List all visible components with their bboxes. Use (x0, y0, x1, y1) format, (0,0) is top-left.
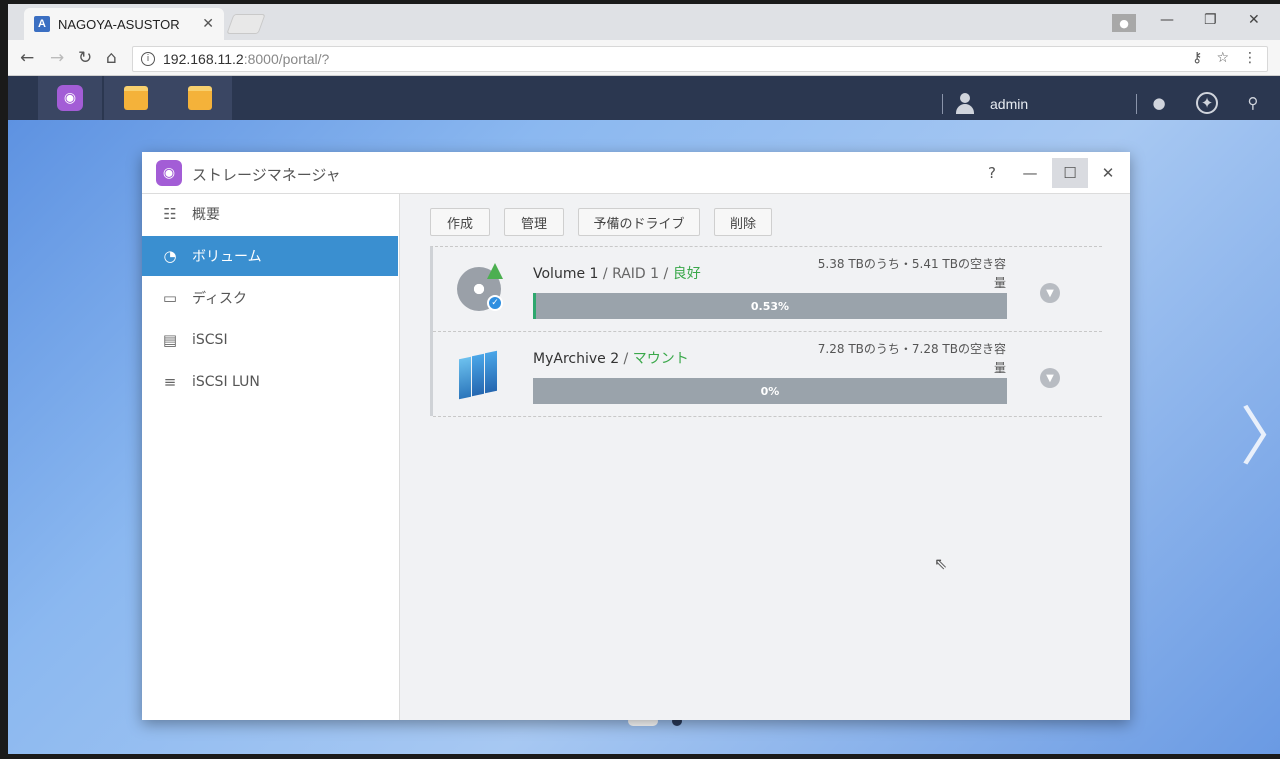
window-close-icon[interactable]: ✕ (1090, 158, 1126, 188)
window-titlebar[interactable]: ◉ ストレージマネージャ ? — ☐ ✕ (142, 152, 1130, 194)
spare-drive-button[interactable]: 予備のドライブ (578, 208, 700, 236)
volume-icon: ◔ (163, 247, 177, 265)
volume-name: Volume 1 / RAID 1 / 良好 (533, 266, 701, 282)
asustor-favicon-icon: A (34, 16, 50, 32)
profile-icon[interactable]: ● (1112, 14, 1136, 32)
adm-desktop: ◉ admin ● ✦ ⚲ 〉 ◉ ストレージマネージャ (8, 76, 1280, 754)
folder-icon (124, 86, 148, 110)
volume-row[interactable]: MyArchive 2 / マウント 7.28 TBのうち・7.28 TBの空き… (433, 332, 1102, 417)
sidebar-item-volume[interactable]: ◔ ボリューム (142, 236, 398, 276)
expand-chevron-icon[interactable]: ▼ (1040, 368, 1060, 388)
usage-progress-bar: 0% (533, 378, 1007, 404)
user-icon[interactable] (954, 92, 976, 114)
volume-status: 良好 (672, 266, 701, 282)
sidebar-item-iscsi-lun[interactable]: ≡ iSCSI LUN (142, 362, 398, 402)
browser-tab[interactable]: A NAGOYA-ASUSTOR ✕ (24, 8, 224, 40)
sidebar-item-overview[interactable]: ☷ 概要 (142, 194, 398, 234)
window-maximize-icon[interactable]: ☐ (1052, 158, 1088, 188)
volume-row[interactable]: ✓ Volume 1 / RAID 1 / 良好 5.38 TBのうち・5.41… (433, 247, 1102, 332)
settings-icon[interactable]: ✦ (1196, 92, 1218, 114)
reload-icon[interactable]: ↻ (78, 48, 92, 68)
sidebar-item-label: iSCSI (192, 332, 228, 348)
volume-title: Volume 1 (533, 266, 599, 282)
notification-icon[interactable]: ● (1148, 92, 1170, 114)
usage-progress-bar: 0.53% (533, 293, 1007, 319)
monitor-screen: A NAGOYA-ASUSTOR ✕ ● — ❐ ✕ ← → ↻ ⌂ i 192… (8, 4, 1280, 754)
help-button[interactable]: ? (974, 158, 1010, 188)
key-icon[interactable]: ⚷ (1192, 50, 1202, 66)
volume-list: ✓ Volume 1 / RAID 1 / 良好 5.38 TBのうち・5.41… (430, 246, 1102, 417)
new-tab-button[interactable] (226, 14, 266, 34)
volume-capacity: 5.38 TBのうち・5.41 TBの空き容 量 (817, 257, 1006, 290)
sidebar-item-label: 概要 (192, 207, 220, 223)
iscsi-lun-icon: ≡ (163, 373, 177, 391)
back-icon[interactable]: ← (20, 48, 34, 68)
mouse-cursor-icon: ⇖ (934, 554, 948, 573)
taskbar-divider (1136, 94, 1137, 114)
star-icon[interactable]: ☆ (1216, 50, 1229, 66)
next-page-chevron-icon[interactable]: 〉 (1240, 386, 1280, 478)
taskbar-storage-manager[interactable]: ◉ (38, 76, 102, 120)
iscsi-icon: ▤ (162, 331, 178, 349)
tab-close-icon[interactable]: ✕ (202, 16, 214, 32)
sidebar-item-label: ディスク (192, 291, 248, 307)
storage-manager-window: ◉ ストレージマネージャ ? — ☐ ✕ ☷ 概要 ◔ ボリューム ▭ ディスク (142, 152, 1130, 720)
volume-name: MyArchive 2 / マウント (533, 351, 689, 367)
sidebar-item-label: iSCSI LUN (192, 374, 260, 390)
restore-icon[interactable]: ❐ (1204, 12, 1217, 28)
create-button[interactable]: 作成 (430, 208, 490, 236)
volume-disc-icon: ✓ (457, 263, 503, 311)
volume-status: マウント (632, 351, 689, 367)
window-title: ストレージマネージャ (192, 166, 341, 184)
taskbar-app-3[interactable] (168, 76, 232, 120)
myarchive-icon (457, 350, 501, 400)
tab-title: NAGOYA-ASUSTOR (58, 16, 180, 32)
home-icon[interactable]: ⌂ (106, 48, 117, 68)
manage-button[interactable]: 管理 (504, 208, 564, 236)
expand-chevron-icon[interactable]: ▼ (1040, 283, 1060, 303)
forward-icon[interactable]: → (50, 48, 64, 68)
search-icon[interactable]: ⚲ (1242, 92, 1264, 114)
storage-manager-icon: ◉ (57, 85, 83, 111)
delete-button[interactable]: 削除 (714, 208, 772, 236)
disk-icon: ▭ (162, 289, 178, 307)
url-host: 192.168.11.2 (163, 51, 244, 67)
usage-percent: 0.53% (750, 299, 790, 313)
browser-toolbar: ← → ↻ ⌂ i 192.168.11.2:8000/portal/? ⚷ ☆… (8, 40, 1280, 76)
taskbar-app-2[interactable] (104, 76, 168, 120)
username[interactable]: admin (990, 96, 1028, 112)
volume-raid: RAID 1 (612, 266, 660, 282)
storage-manager-icon: ◉ (156, 160, 182, 186)
adm-taskbar: ◉ admin ● ✦ ⚲ (8, 76, 1280, 120)
sidebar: ☷ 概要 ◔ ボリューム ▭ ディスク ▤ iSCSI ≡ iSCSI LUN (142, 194, 400, 720)
window-minimize-icon[interactable]: — (1012, 158, 1048, 188)
volume-capacity: 7.28 TBのうち・7.28 TBの空き容 量 (817, 342, 1006, 375)
sidebar-item-iscsi[interactable]: ▤ iSCSI (142, 320, 398, 360)
volume-content: 作成 管理 予備のドライブ 削除 ✓ Volume 1 / RAID 1 / 良… (400, 194, 1130, 720)
menu-icon[interactable]: ⋮ (1243, 50, 1257, 66)
browser-tab-bar: A NAGOYA-ASUSTOR ✕ ● — ❐ ✕ (8, 4, 1280, 40)
minimize-icon[interactable]: — (1160, 12, 1174, 28)
sidebar-item-label: ボリューム (192, 249, 262, 265)
usage-percent: 0% (760, 384, 780, 398)
check-icon: ✓ (487, 295, 503, 311)
sidebar-item-disk[interactable]: ▭ ディスク (142, 278, 398, 318)
info-icon[interactable]: i (141, 52, 155, 66)
url-path: :8000/portal/? (243, 51, 330, 67)
folder-icon (188, 86, 212, 110)
overview-icon: ☷ (163, 205, 177, 223)
close-icon[interactable]: ✕ (1248, 12, 1260, 28)
taskbar-divider (942, 94, 943, 114)
volume-title: MyArchive 2 (533, 351, 620, 367)
address-bar[interactable]: i 192.168.11.2:8000/portal/? ⚷ ☆ ⋮ (132, 46, 1268, 72)
